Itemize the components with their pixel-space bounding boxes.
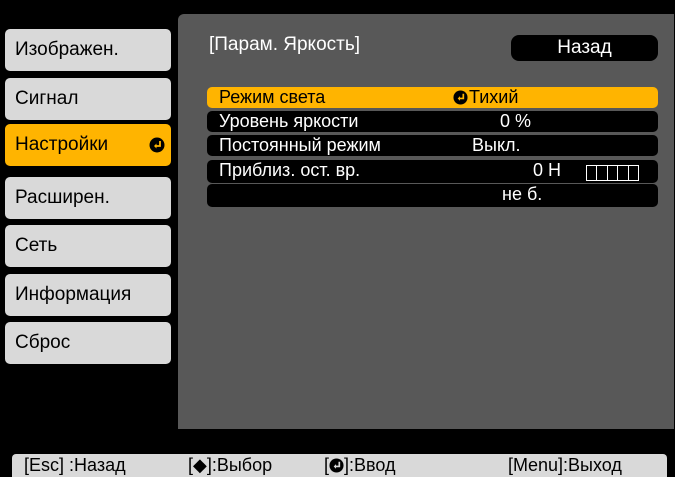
tab-signal[interactable]: Сигнал	[5, 78, 171, 120]
page-title: [Парам. Яркость]	[209, 34, 361, 55]
help-menu: [Menu]:Выход	[508, 455, 622, 475]
row-label: Приблиз. ост. вр.	[219, 160, 361, 180]
help-bar: [Esc] :Назад [◆]:Выбор [ ]:Ввод [Menu]:В…	[12, 454, 667, 477]
tab-network[interactable]: Сеть	[5, 225, 171, 267]
tab-label: Настройки	[15, 134, 109, 155]
tab-label: Расширен.	[15, 187, 110, 208]
help-enter-text: ]:Ввод	[344, 455, 396, 475]
row-label: Постоянный режим	[219, 135, 381, 155]
row-value: Тихий	[469, 87, 519, 107]
tab-label: Изображен.	[15, 39, 119, 60]
row-constant-mode[interactable]: Постоянный режим Выкл.	[207, 135, 658, 156]
row-bg-extra	[207, 184, 658, 207]
tab-info[interactable]: Информация	[5, 274, 171, 316]
help-select: [◆]:Выбор	[188, 455, 273, 475]
tab-extended[interactable]: Расширен.	[5, 177, 171, 219]
row-light-mode[interactable]: Режим света Тихий	[207, 87, 658, 108]
tab-label: Информация	[15, 284, 132, 305]
row-brightness-level[interactable]: Уровень яркости 0 %	[207, 111, 658, 132]
row-value-secondary: не б.	[502, 184, 543, 204]
row-label: Режим света	[219, 87, 326, 107]
tab-image[interactable]: Изображен.	[5, 29, 171, 71]
tab-label: Сброс	[15, 332, 71, 353]
help-esc: [Esc] :Назад	[24, 455, 126, 475]
enter-icon	[329, 458, 344, 473]
help-enter: [ ]:Ввод	[324, 455, 396, 476]
back-button[interactable]: Назад	[511, 35, 658, 61]
tab-settings[interactable]: Настройки	[5, 124, 171, 166]
row-value: Выкл.	[472, 135, 521, 155]
tab-label: Сигнал	[15, 88, 79, 109]
remaining-life-gauge	[586, 165, 640, 181]
gauge-segment	[627, 165, 640, 181]
row-value: 0 %	[500, 111, 532, 131]
row-value: 0 Н	[533, 160, 562, 180]
row-label: Уровень яркости	[219, 111, 359, 131]
enter-icon	[149, 137, 165, 153]
tab-reset[interactable]: Сброс	[5, 322, 171, 364]
content-panel	[178, 14, 674, 429]
enter-icon	[453, 90, 468, 105]
tab-label: Сеть	[15, 235, 58, 256]
